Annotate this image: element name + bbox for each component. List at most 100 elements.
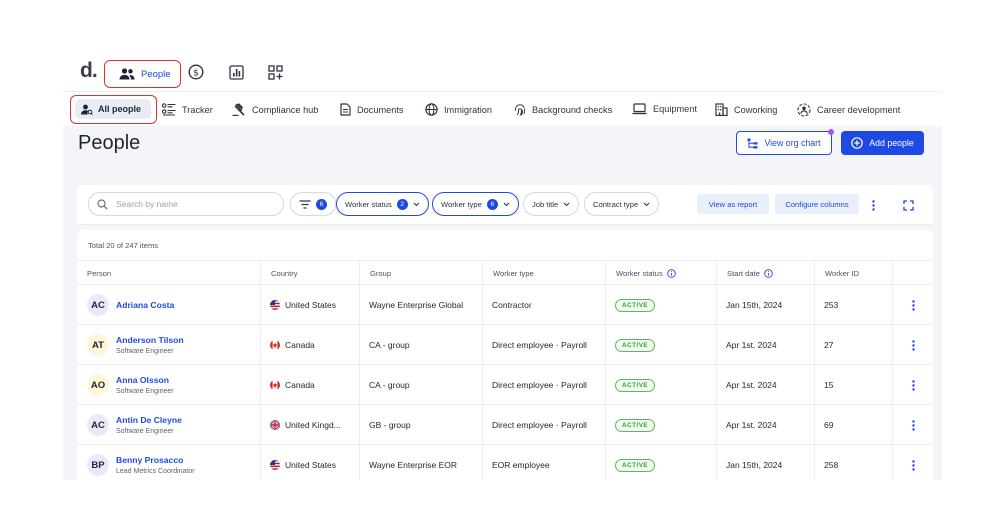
filter-button[interactable]: 6 [290, 192, 336, 216]
filter-count-badge: 6 [316, 198, 327, 210]
worker-status-cell: ACTIVE [605, 445, 716, 480]
flag-us-icon [270, 300, 280, 310]
country-name: United Kingd... [285, 420, 341, 430]
worker-type-count-badge: 6 [486, 198, 498, 210]
add-people-button[interactable]: Add people [841, 131, 924, 155]
tab-background-checks[interactable]: Background checks [514, 103, 612, 116]
column-group[interactable]: Group [360, 261, 391, 286]
tab-tracker-label: Tracker [182, 104, 213, 115]
tab-immigration[interactable]: Immigration [425, 103, 492, 116]
country-cell: United States [260, 285, 359, 325]
group-cell: CA - group [369, 380, 410, 390]
country-cell: Canada [260, 365, 359, 405]
contract-type-filter[interactable]: Contract type [584, 192, 660, 216]
person-cell: AC Adriana Costa [77, 285, 260, 325]
tab-coworking[interactable]: Coworking [715, 103, 777, 116]
kebab-icon [911, 379, 915, 391]
row-actions-button[interactable] [893, 285, 933, 325]
group-cell: GB - group [369, 420, 411, 430]
table-row[interactable]: AC Adriana Costa United States Wayne Enterp… [77, 285, 933, 325]
nav-payments[interactable]: $ [187, 63, 205, 81]
row-actions-button[interactable] [893, 405, 933, 445]
worker-type-filter[interactable]: Worker type 6 [432, 192, 519, 216]
person-name-link[interactable]: Anderson Tilson [116, 335, 184, 345]
tab-all-people[interactable]: All people [70, 95, 157, 124]
fullscreen-button[interactable] [903, 198, 915, 211]
column-divider [716, 260, 717, 480]
column-divider [605, 260, 606, 480]
worker-status-cell: ACTIVE [605, 405, 716, 445]
start-date-cell: Apr 1st, 2024 [726, 340, 777, 350]
tab-immigration-label: Immigration [444, 104, 492, 115]
person-name-link[interactable]: Antin De Cleyne [116, 415, 182, 425]
row-actions-button[interactable] [893, 445, 933, 480]
person-name-link[interactable]: Adriana Costa [116, 300, 174, 310]
flag-ca-icon [270, 380, 280, 390]
country-name: Canada [285, 380, 315, 390]
row-actions-button[interactable] [893, 325, 933, 365]
view-as-report-button[interactable]: View as report [697, 194, 769, 214]
tab-all-people-pill: All people [75, 99, 151, 119]
worker-id-cell: 69 [824, 420, 834, 430]
tab-documents[interactable]: Documents [340, 103, 403, 116]
plus-circle-icon [851, 137, 864, 149]
person-job-title: Software Engineer [116, 348, 174, 355]
person-avatar[interactable]: BP [87, 454, 109, 476]
flag-us-icon [270, 460, 280, 470]
column-country[interactable]: Country [261, 261, 298, 286]
career-icon [797, 103, 811, 117]
row-actions-button[interactable] [893, 365, 933, 405]
table-row[interactable]: AT Anderson Tilson Software Engineer Canada… [77, 325, 933, 365]
chevron-down-icon [563, 202, 570, 206]
page-title: People [78, 132, 141, 154]
person-avatar[interactable]: AC [87, 414, 109, 436]
table-row[interactable]: AO Anna Olsson Software Engineer Canada CA -… [77, 365, 933, 405]
person-avatar[interactable]: AC [87, 294, 109, 316]
tab-equipment-label: Equipment [653, 104, 697, 114]
more-options-button[interactable] [868, 197, 878, 213]
gavel-icon [232, 103, 245, 116]
column-worker-type[interactable]: Worker type [483, 261, 534, 286]
nav-reports[interactable] [227, 63, 245, 81]
kebab-icon [871, 199, 875, 211]
search-input[interactable]: Search by name [88, 192, 284, 216]
table-row[interactable]: AC Antin De Cleyne Software Engineer United… [77, 405, 933, 445]
start-date-cell: Apr 1st, 2024 [726, 420, 777, 430]
job-title-filter[interactable]: Job title [523, 192, 580, 216]
laptop-icon [632, 103, 647, 115]
person-avatar[interactable]: AT [87, 334, 109, 356]
nav-apps[interactable] [266, 63, 284, 81]
person-avatar[interactable]: AO [87, 374, 109, 396]
tab-compliance-hub-label: Compliance hub [252, 104, 319, 115]
worker-type-cell: Contractor [492, 300, 532, 310]
tab-equipment[interactable]: Equipment [632, 103, 697, 115]
info-icon[interactable] [764, 269, 773, 278]
person-cell: AC Antin De Cleyne Software Engineer [77, 405, 260, 445]
main-content: People View org chart Add people Search … [63, 126, 942, 480]
tab-career-development[interactable]: Career development [797, 103, 900, 117]
person-name-link[interactable]: Benny Prosacco [116, 455, 195, 465]
table-row[interactable]: BP Benny Prosacco Lead Metrics Coordinator… [77, 445, 933, 480]
tab-tracker[interactable]: Tracker [162, 103, 213, 116]
column-worker-id[interactable]: Worker ID [815, 261, 859, 286]
svg-text:$: $ [193, 68, 199, 78]
country-cell: Canada [260, 325, 359, 365]
brand-logo[interactable]: d. [80, 59, 98, 83]
column-person[interactable]: Person [77, 261, 111, 286]
column-worker-status[interactable]: Worker status [606, 261, 676, 286]
column-divider [482, 260, 483, 480]
worker-status-filter[interactable]: Worker status 2 [336, 192, 429, 216]
tab-compliance-hub[interactable]: Compliance hub [232, 103, 318, 116]
search-placeholder: Search by name [116, 199, 178, 209]
view-org-chart-button[interactable]: View org chart [736, 129, 834, 155]
info-icon[interactable] [666, 269, 676, 278]
column-start-date[interactable]: Start date [717, 261, 773, 286]
person-name-link[interactable]: Anna Olsson [116, 375, 174, 385]
worker-type-cell: Direct employee · Payroll [492, 380, 587, 390]
configure-columns-button[interactable]: Configure columns [775, 194, 859, 214]
building-icon [715, 103, 728, 116]
column-divider [814, 260, 815, 480]
kebab-icon [911, 299, 915, 311]
column-divider [892, 260, 893, 480]
nav-people[interactable]: People [104, 60, 181, 88]
